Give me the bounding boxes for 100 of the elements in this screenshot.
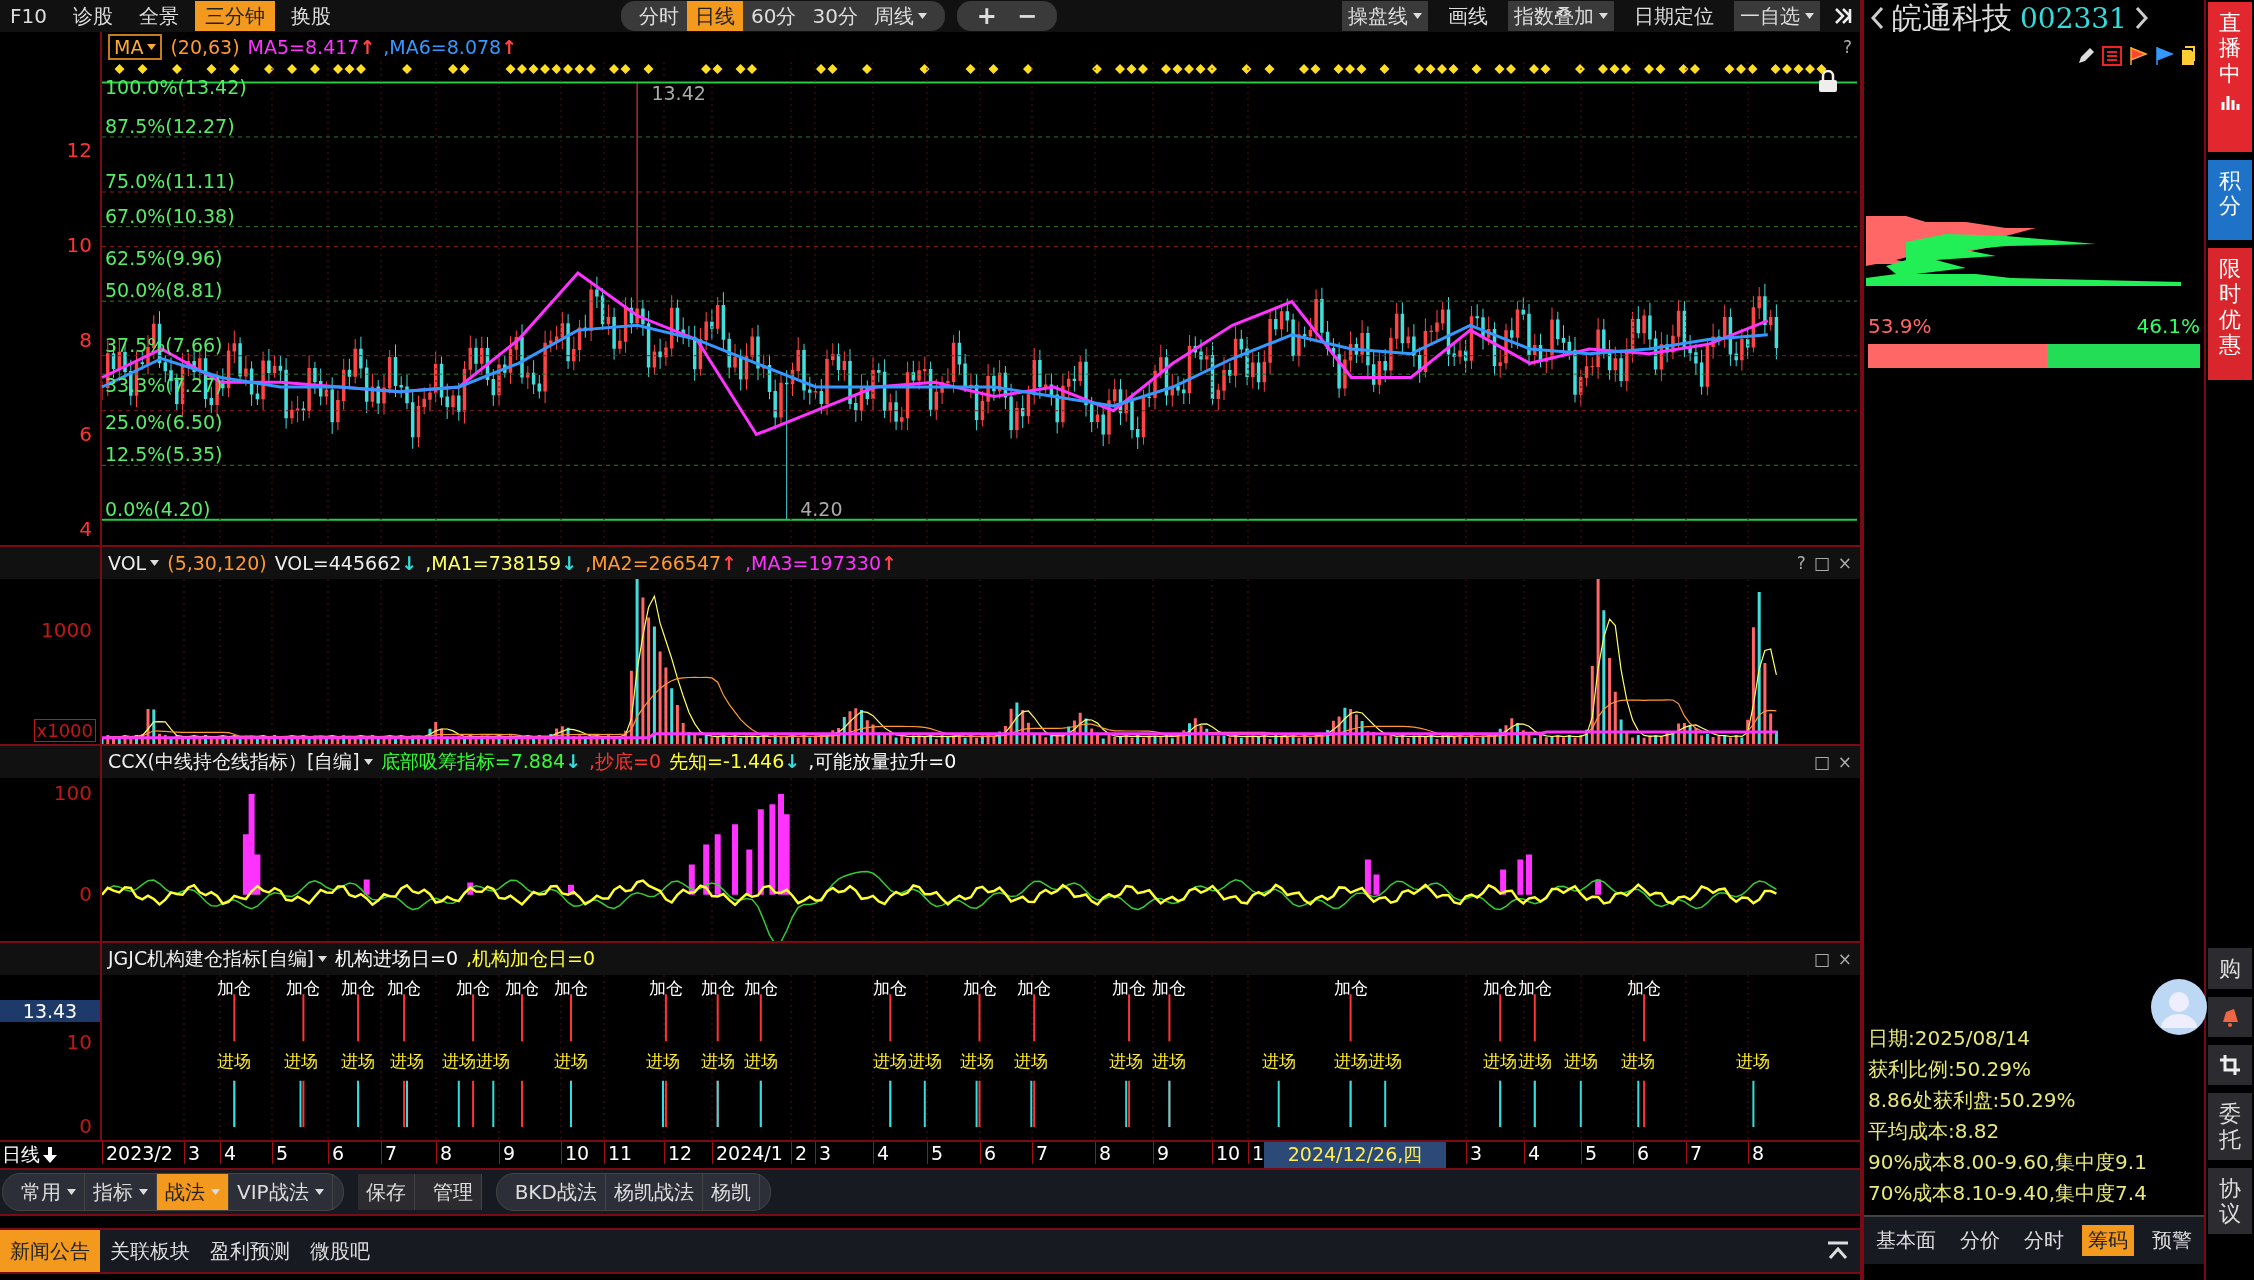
- sidebar-button[interactable]: 直播中: [2208, 2, 2252, 152]
- indicator-value: ,MA6=8.078↑: [383, 36, 518, 58]
- panel-tab[interactable]: 筹码: [2082, 1225, 2134, 1256]
- signal-label: 进场: [1261, 1050, 1296, 1073]
- signal-label: 进场: [1563, 1050, 1598, 1073]
- date-tick-label: 4: [873, 1142, 890, 1164]
- signal-label: 进场: [441, 1050, 476, 1073]
- strategy-tab[interactable]: 战法: [157, 1174, 229, 1210]
- news-tab[interactable]: 微股吧: [300, 1230, 380, 1272]
- signal-label: 进场: [646, 1050, 680, 1073]
- signal-label: 加仓: [341, 977, 376, 999]
- panel-control[interactable]: □: [1813, 949, 1830, 969]
- toolbar-button[interactable]: 操盘线: [1342, 1, 1428, 31]
- zoom-button[interactable]: −: [1006, 1, 1048, 31]
- caret-icon: [150, 560, 160, 566]
- period-tab[interactable]: 日线: [686, 1, 743, 31]
- signal-label: 进场: [1621, 1050, 1656, 1073]
- strategy-tab[interactable]: 管理: [424, 1174, 482, 1210]
- toolbar-tab[interactable]: 诊股: [62, 1, 123, 31]
- cursor-value-label: 13.43: [0, 999, 100, 1022]
- indicator-dropdown[interactable]: JGJC机构建仓指标[自编]: [108, 946, 328, 972]
- panel-control[interactable]: ×: [1837, 949, 1852, 969]
- sidebar-button[interactable]: 积分: [2208, 160, 2252, 240]
- caret-icon: [139, 1189, 148, 1195]
- toolbar-tab[interactable]: 三分钟: [194, 1, 275, 31]
- sidebar-button[interactable]: 限时优惠: [2208, 248, 2252, 380]
- collapse-icon[interactable]: [1826, 1241, 1850, 1261]
- toolbar-tab[interactable]: F10: [0, 1, 57, 31]
- caret-icon: [363, 759, 373, 765]
- strategy-tab[interactable]: 杨凯: [702, 1174, 760, 1210]
- period-tab[interactable]: 60分: [742, 1, 805, 31]
- panel-control[interactable]: □: [1813, 553, 1830, 573]
- indicator-value: VOL=445662↓: [274, 552, 418, 574]
- signal-label: 进场: [217, 1050, 252, 1073]
- signal-label: 进场: [1109, 1050, 1144, 1073]
- panel-tab[interactable]: 分时: [2018, 1225, 2070, 1256]
- avatar-icon[interactable]: [2150, 978, 2208, 1036]
- news-tab[interactable]: 新闻公告: [0, 1230, 100, 1272]
- signal-label: 加仓: [962, 977, 997, 999]
- flag-icon[interactable]: [2154, 46, 2174, 66]
- toolbar-tab[interactable]: 换股: [280, 1, 341, 31]
- profit-percentage: 53.9%: [1868, 314, 1932, 338]
- period-tab[interactable]: 30分: [804, 1, 866, 31]
- strategy-tab[interactable]: VIP战法: [229, 1174, 333, 1210]
- indicator-value: ,MA2=266547↑: [585, 552, 737, 574]
- toolbar-tab[interactable]: 全景: [128, 1, 189, 31]
- fibonacci-level-label: 100.0%(13.42): [105, 76, 247, 98]
- pencil-icon[interactable]: [2076, 46, 2096, 66]
- strategy-tab[interactable]: 保存: [357, 1174, 415, 1210]
- strategy-tab[interactable]: 常用: [13, 1174, 85, 1210]
- date-tick-label: 3: [815, 1142, 832, 1164]
- indicator-value: ,抄底=0: [589, 749, 662, 774]
- strategy-tab[interactable]: 杨凯战法: [605, 1174, 703, 1210]
- panel-control[interactable]: ?: [1842, 37, 1852, 57]
- signal-label: 加仓: [1017, 977, 1052, 999]
- next-icon[interactable]: [2134, 6, 2149, 30]
- lock-icon[interactable]: [1818, 70, 1838, 92]
- indicator-dropdown[interactable]: MA: [108, 34, 163, 60]
- panel-tab[interactable]: 基本面: [1870, 1225, 1942, 1256]
- fibonacci-level-label: 87.5%(12.27): [105, 114, 235, 137]
- document-icon[interactable]: [2180, 46, 2196, 66]
- period-tab[interactable]: 分时: [630, 1, 687, 31]
- signal-label: 进场: [1333, 1050, 1368, 1073]
- crop-button[interactable]: [2208, 1045, 2252, 1086]
- toolbar-button[interactable]: 画线: [1442, 1, 1494, 31]
- down-arrow-icon[interactable]: [43, 1147, 57, 1163]
- signal-label: 加仓: [553, 977, 588, 999]
- indicator-dropdown[interactable]: VOL: [108, 552, 160, 574]
- sidebar-button[interactable]: 协议: [2208, 1167, 2252, 1235]
- panel-control[interactable]: ×: [1837, 752, 1852, 772]
- panel-tab[interactable]: 分价: [1954, 1225, 2006, 1256]
- toolbar-button[interactable]: 一自选: [1734, 1, 1820, 31]
- panel-control[interactable]: ?: [1796, 553, 1806, 573]
- fibonacci-level-label: 0.0%(4.20): [105, 497, 211, 520]
- date-tick-label: 3: [184, 1142, 201, 1164]
- list-icon[interactable]: [2102, 46, 2122, 66]
- signal-label: 加仓: [1627, 977, 1662, 999]
- zoom-button[interactable]: +: [966, 1, 1007, 31]
- sidebar-button[interactable]: 购: [2208, 948, 2252, 990]
- strategy-tab[interactable]: BKD战法: [506, 1174, 606, 1210]
- previous-icon[interactable]: [1870, 6, 1884, 30]
- news-tab[interactable]: 盈利预测: [200, 1230, 300, 1272]
- indicator-value: ,MA1=738159↓: [425, 552, 578, 574]
- indicator-dropdown[interactable]: CCX(中线持仓线指标）[自编]: [108, 749, 373, 775]
- panel-tab[interactable]: 预警: [2146, 1225, 2198, 1256]
- sidebar-button[interactable]: 委托: [2208, 1093, 2252, 1160]
- panel-control[interactable]: □: [1813, 752, 1830, 772]
- toolbar-button[interactable]: 指数叠加: [1508, 1, 1614, 31]
- skip-to-end-icon[interactable]: [1834, 7, 1852, 25]
- toolbar-button[interactable]: 日期定位: [1628, 1, 1720, 31]
- date-tick-label: 10: [561, 1142, 590, 1164]
- fibonacci-level-label: 67.0%(10.38): [105, 204, 235, 227]
- signal-label: 加仓: [1483, 977, 1518, 999]
- news-tab[interactable]: 关联板块: [100, 1230, 200, 1272]
- signal-label: 进场: [553, 1050, 588, 1073]
- panel-control[interactable]: ×: [1837, 553, 1852, 573]
- period-tab[interactable]: 周线: [865, 1, 935, 31]
- alert-button[interactable]: [2208, 997, 2252, 1038]
- flag-icon[interactable]: [2128, 46, 2148, 66]
- date-tick-label: 2023/2: [102, 1142, 173, 1164]
